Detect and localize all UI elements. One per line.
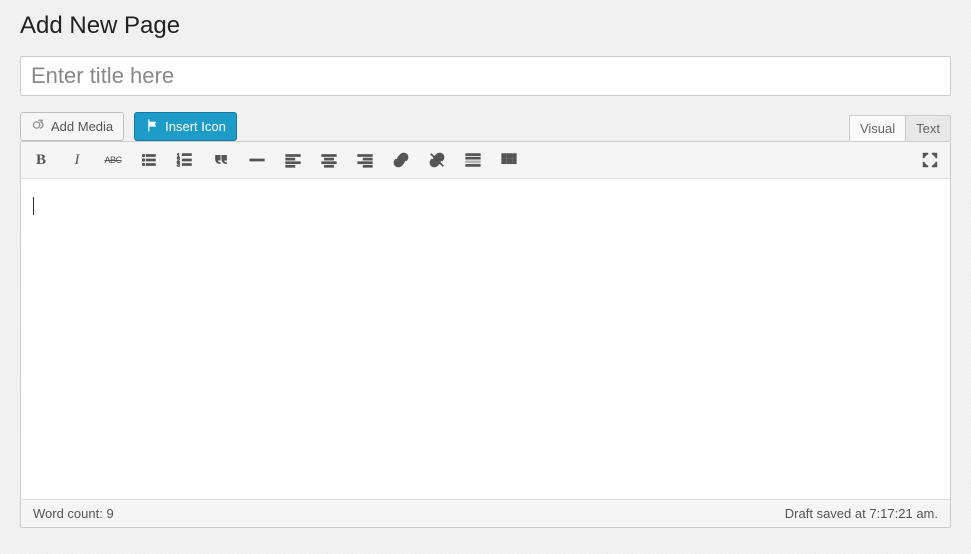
word-count-value: 9 xyxy=(106,506,113,521)
editor-status-bar: Word count: 9 Draft saved at 7:17:21 am. xyxy=(21,499,950,527)
text-cursor xyxy=(33,197,34,215)
bold-icon[interactable]: B xyxy=(27,148,55,172)
bullet-list-icon[interactable] xyxy=(135,148,163,172)
align-center-icon[interactable] xyxy=(315,148,343,172)
read-more-icon[interactable] xyxy=(459,148,487,172)
media-icon xyxy=(31,117,47,136)
editor-shell: B I ABC 123 xyxy=(20,141,951,528)
blockquote-icon[interactable] xyxy=(207,148,235,172)
fullscreen-icon[interactable] xyxy=(916,148,944,172)
add-media-button[interactable]: Add Media xyxy=(20,112,124,141)
svg-text:3: 3 xyxy=(177,162,180,168)
tab-text[interactable]: Text xyxy=(905,115,951,141)
italic-icon[interactable]: I xyxy=(63,148,91,172)
align-left-icon[interactable] xyxy=(279,148,307,172)
editor-content-area[interactable] xyxy=(21,179,950,499)
strikethrough-icon[interactable]: ABC xyxy=(99,148,127,172)
media-button-row: Add Media Insert Icon Visual Text xyxy=(20,112,951,141)
add-media-label: Add Media xyxy=(51,119,113,134)
numbered-list-icon[interactable]: 123 xyxy=(171,148,199,172)
insert-icon-label: Insert Icon xyxy=(165,119,226,134)
word-count: Word count: 9 xyxy=(33,506,114,521)
flag-icon xyxy=(145,117,161,136)
word-count-label: Word count: xyxy=(33,506,103,521)
tab-visual[interactable]: Visual xyxy=(849,115,906,141)
horizontal-rule-icon[interactable] xyxy=(243,148,271,172)
align-right-icon[interactable] xyxy=(351,148,379,172)
editor-toolbar: B I ABC 123 xyxy=(21,142,950,179)
toolbar-toggle-icon[interactable] xyxy=(495,148,523,172)
unlink-icon[interactable] xyxy=(423,148,451,172)
draft-saved-status: Draft saved at 7:17:21 am. xyxy=(785,506,938,521)
insert-icon-button[interactable]: Insert Icon xyxy=(134,112,237,141)
editor-mode-tabs: Visual Text xyxy=(849,114,951,140)
page-title: Add New Page xyxy=(20,12,951,40)
link-icon[interactable] xyxy=(387,148,415,172)
title-input[interactable] xyxy=(20,56,951,96)
